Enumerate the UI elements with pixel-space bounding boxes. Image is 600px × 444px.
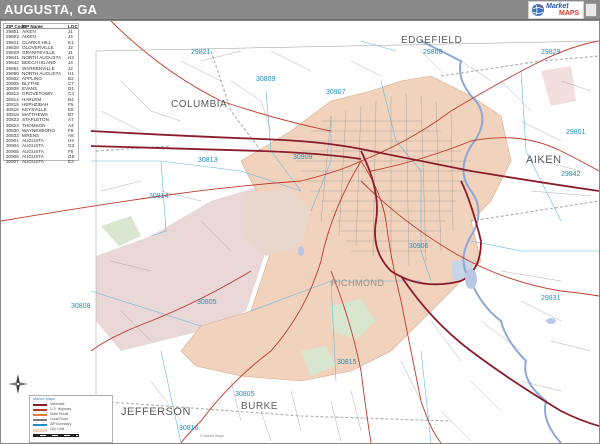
legend-item: State Route bbox=[33, 412, 111, 417]
header-zip: ZIP Code bbox=[6, 24, 26, 29]
brand-logo[interactable]: Market MAPS bbox=[528, 1, 584, 19]
zip-label: 30814 bbox=[149, 193, 169, 200]
map-title: AUGUSTA, GA bbox=[4, 2, 98, 17]
legend-label: State Route bbox=[50, 412, 69, 416]
row-loc: E3 bbox=[68, 158, 74, 164]
zip-label: 30805 bbox=[197, 299, 217, 306]
legend-item: Interstate bbox=[33, 402, 111, 407]
county-label-richmond: RICHMOND bbox=[331, 278, 385, 288]
legend-label: Interstate bbox=[50, 402, 65, 406]
brand-name: Market bbox=[546, 3, 569, 10]
legend-label: Local Road bbox=[50, 417, 68, 421]
legend-item: City Limit bbox=[33, 427, 111, 432]
legend-title: Market Maps bbox=[33, 397, 55, 401]
zip-label: 30805 bbox=[235, 391, 255, 398]
legend-swatch bbox=[33, 404, 47, 406]
county-label-jefferson: JEFFERSON bbox=[121, 406, 191, 418]
compass-rose-icon bbox=[8, 374, 28, 394]
zip-label: 30809 bbox=[256, 76, 276, 83]
row-name: AUGUSTA bbox=[22, 158, 44, 164]
globe-icon bbox=[532, 4, 544, 16]
zip-label: 30808 bbox=[71, 303, 91, 310]
map-area[interactable]: 29821 29860 29829 30809 30907 29801 3081… bbox=[0, 20, 600, 444]
zip-index-table: ZIP Code ZIP Name LOC 29801 AIKEN J1 29803… bbox=[3, 23, 79, 164]
header-loc: LOC bbox=[68, 24, 78, 29]
legend-label: City Limit bbox=[50, 427, 65, 431]
zip-label: 30815 bbox=[337, 359, 357, 366]
corner-thumbnail bbox=[585, 3, 597, 17]
copyright-text: © Market Maps bbox=[200, 434, 224, 438]
zip-label: 29829 bbox=[541, 49, 561, 56]
map-canvas[interactable] bbox=[1, 21, 599, 443]
zip-label: 30909 bbox=[293, 154, 313, 161]
county-label-aiken: AIKEN bbox=[526, 154, 562, 166]
legend-item: U.S. Highway bbox=[33, 407, 111, 412]
legend-label: ZIP Boundary bbox=[50, 422, 72, 426]
index-row: 30907 AUGUSTA E3 bbox=[4, 159, 78, 164]
legend-item: Local Road bbox=[33, 417, 111, 422]
row-zip: 30907 bbox=[6, 158, 19, 164]
legend-swatch bbox=[33, 419, 47, 421]
header-name: ZIP Name bbox=[22, 24, 43, 29]
zip-label: 30907 bbox=[326, 89, 346, 96]
legend-swatch bbox=[33, 409, 47, 411]
legend-swatch bbox=[33, 414, 47, 416]
legend-swatch bbox=[33, 429, 47, 432]
zip-label: 30816 bbox=[179, 425, 199, 432]
county-label-edgefield: EDGEFIELD bbox=[401, 35, 463, 46]
brand-maps: MAPS bbox=[559, 10, 580, 17]
legend-item: ZIP Boundary bbox=[33, 422, 111, 427]
county-label-burke: BURKE bbox=[241, 401, 278, 412]
zip-label: 29831 bbox=[541, 295, 561, 302]
legend-swatch bbox=[33, 424, 47, 426]
zip-label: 30906 bbox=[409, 243, 429, 250]
zip-label: 30813 bbox=[198, 157, 218, 164]
zip-label: 29801 bbox=[566, 129, 586, 136]
county-label-columbia: COLUMBIA bbox=[171, 99, 228, 110]
zip-label: 29860 bbox=[423, 49, 443, 56]
scale-bar bbox=[33, 434, 79, 437]
title-bar: AUGUSTA, GA Market MAPS bbox=[0, 0, 600, 20]
zip-label: 29842 bbox=[561, 171, 581, 178]
zip-label: 29821 bbox=[191, 49, 211, 56]
map-legend: Market Maps Interstate U.S. Highway Stat… bbox=[29, 395, 113, 443]
legend-label: U.S. Highway bbox=[50, 407, 72, 411]
